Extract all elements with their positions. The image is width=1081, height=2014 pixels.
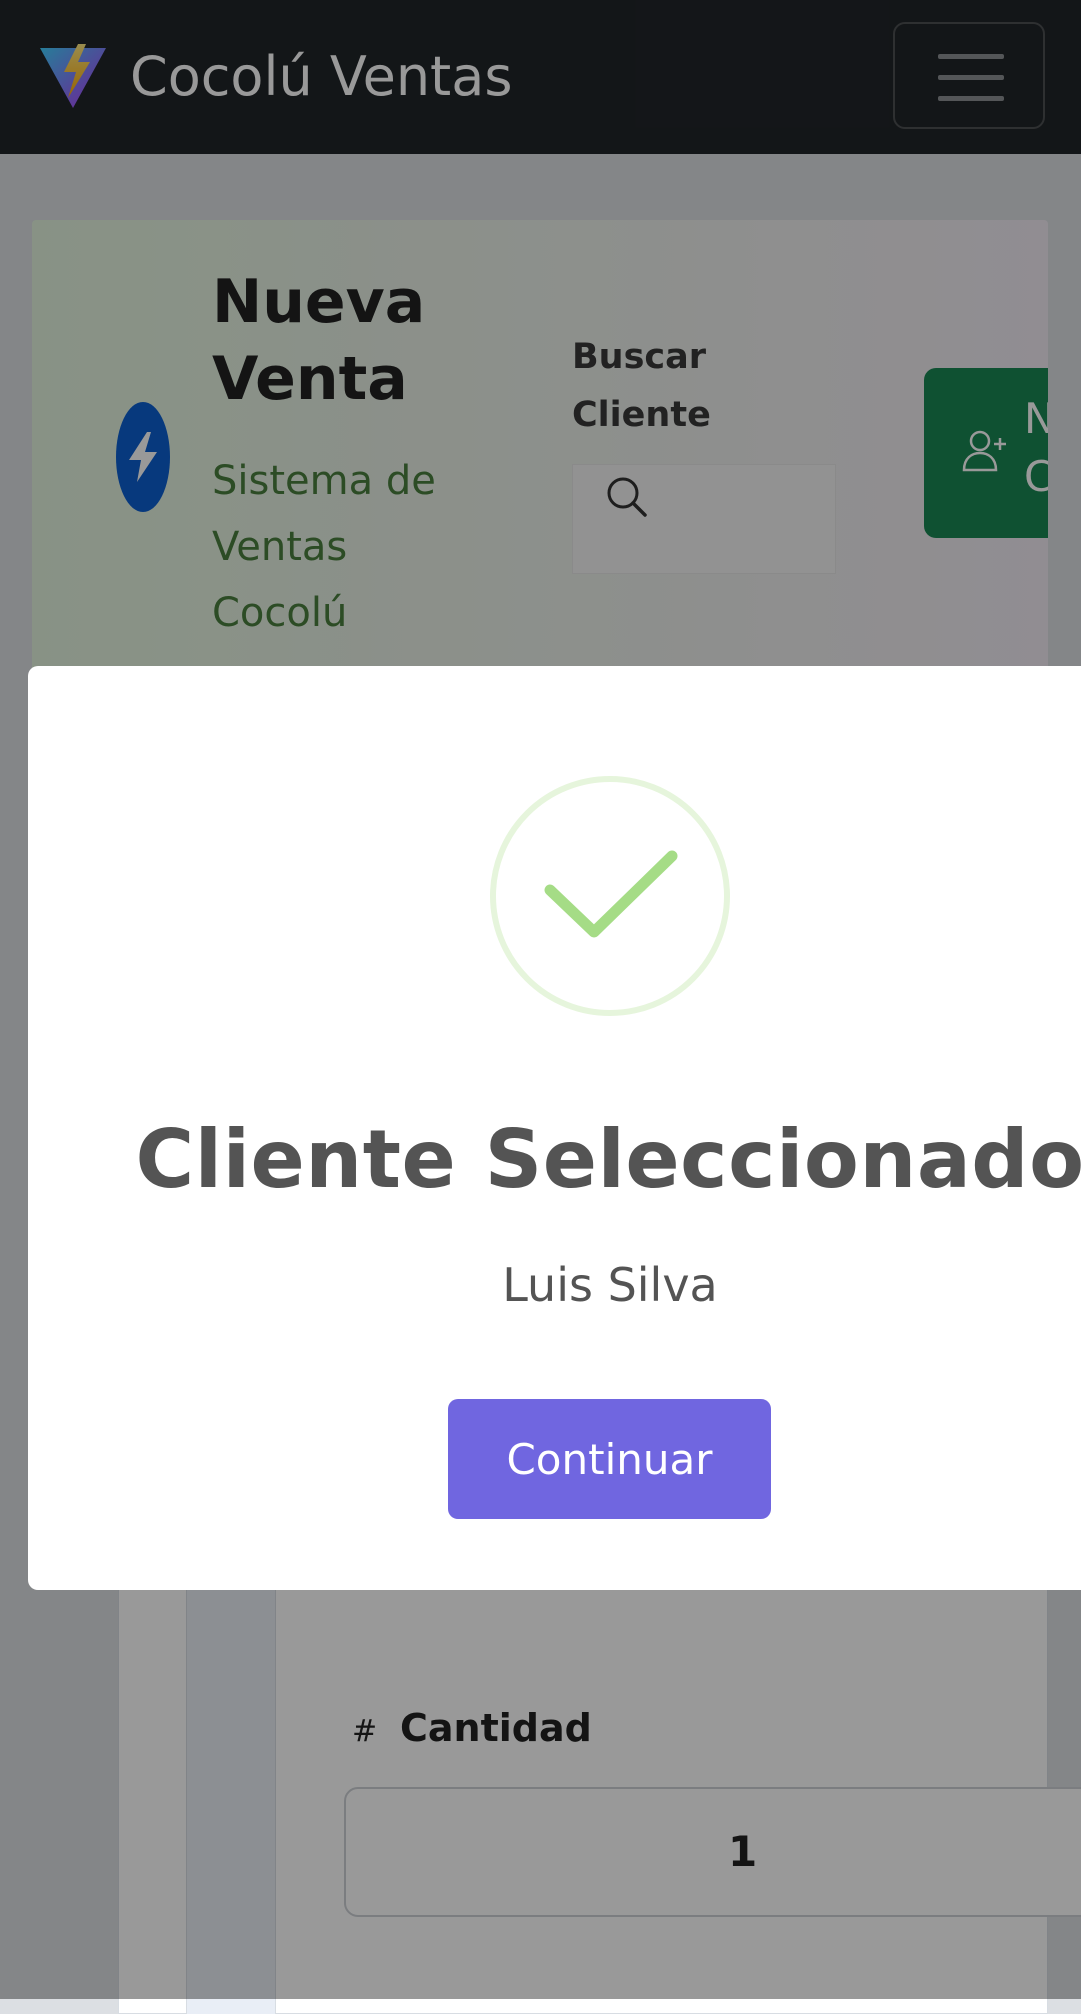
client-selected-dialog: Cliente Seleccionado Luis Silva Continua… <box>28 666 1081 1590</box>
dialog-text: Luis Silva <box>502 1258 718 1312</box>
dialog-title: Cliente Seleccionado <box>135 1113 1081 1206</box>
success-check-icon <box>488 774 732 1022</box>
continue-button[interactable]: Continuar <box>448 1399 771 1519</box>
